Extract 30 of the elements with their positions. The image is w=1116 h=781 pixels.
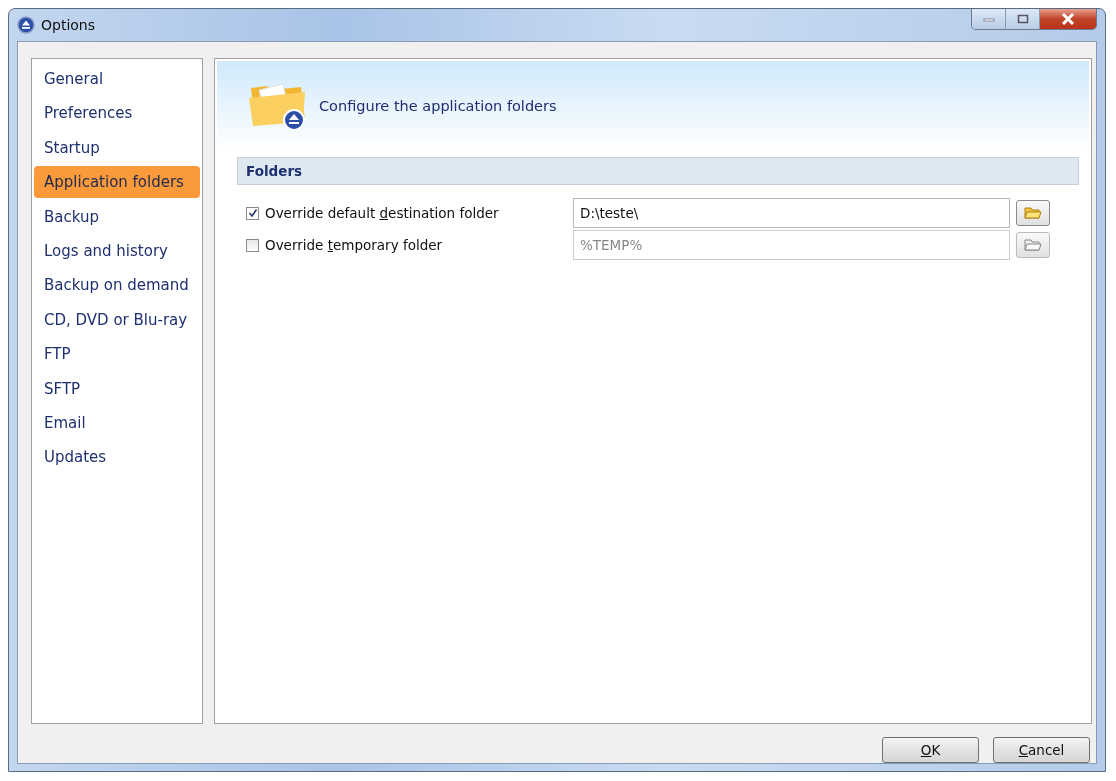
- minimize-icon: [982, 16, 995, 22]
- sidebar-item[interactable]: Backup on demand: [34, 269, 200, 302]
- sidebar-item[interactable]: Email: [34, 406, 200, 439]
- sidebar-item[interactable]: FTP: [34, 338, 200, 371]
- sidebar-item[interactable]: Logs and history: [34, 234, 200, 267]
- checkbox-label: Override temporary folder: [265, 237, 444, 253]
- sidebar-item[interactable]: Application folders: [34, 166, 200, 199]
- close-icon: [1061, 13, 1075, 25]
- sidebar-item[interactable]: SFTP: [34, 372, 200, 405]
- checkbox-box[interactable]: [246, 206, 259, 220]
- window-title: Options: [41, 17, 96, 33]
- section-header: Folders: [237, 157, 1079, 185]
- cancel-button[interactable]: Cancel: [993, 737, 1090, 763]
- checkbox-label: Override default destination folder: [265, 205, 500, 221]
- maximize-button[interactable]: [1006, 9, 1040, 29]
- sidebar-item[interactable]: Backup: [34, 200, 200, 233]
- ok-button[interactable]: OK: [882, 737, 979, 763]
- sidebar-item[interactable]: Startup: [34, 131, 200, 164]
- folder-icon: [1024, 238, 1042, 252]
- page-heading: Configure the application folders: [319, 98, 557, 114]
- maximize-icon: [1016, 14, 1029, 24]
- sidebar-item[interactable]: Updates: [34, 441, 200, 474]
- close-button[interactable]: [1040, 9, 1096, 29]
- sidebar-item[interactable]: CD, DVD or Blu-ray: [34, 303, 200, 336]
- app-logo-icon: [17, 16, 35, 34]
- sidebar-item[interactable]: General: [34, 63, 200, 95]
- browse-button[interactable]: [1016, 200, 1050, 226]
- folder-icon: [1024, 206, 1042, 220]
- folder-path-field[interactable]: D:\teste\: [573, 198, 1010, 228]
- sidebar-item[interactable]: Preferences: [34, 97, 200, 130]
